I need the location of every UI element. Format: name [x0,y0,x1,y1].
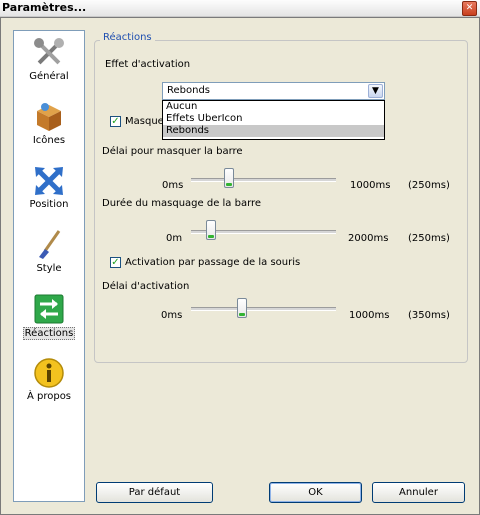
sidebar-item-label: Icônes [32,135,66,146]
defaults-button[interactable]: Par défaut [96,482,213,503]
hover-activation-checkbox[interactable]: ✓ [110,257,121,268]
move-arrows-icon [35,167,63,195]
dropdown-option[interactable]: Aucun [163,101,384,113]
tools-icon [34,38,64,65]
sidebar-item-about[interactable]: À propos [14,353,84,415]
close-icon[interactable]: ✕ [462,1,477,16]
activation-delay-slider-thumb[interactable] [237,298,247,318]
sidebar-item-label: Général [29,71,69,82]
group-title: Réactions [100,32,155,43]
hide-bar-checkbox[interactable]: ✓ [110,116,121,127]
chevron-down-icon[interactable]: ▼ [368,84,383,98]
activation-effect-select[interactable]: Rebonds ▼ [162,82,385,100]
activation-delay-max: 1000ms [349,310,390,321]
sidebar-item-label: Position [29,199,69,210]
sidebar-item-label: À propos [26,391,72,402]
activation-delay-current: (350ms) [408,310,450,321]
hover-activation-label: Activation par passage de la souris [125,257,301,268]
hide-duration-current: (250ms) [408,233,450,244]
sidebar-item-position[interactable]: Position [14,161,84,223]
cancel-button[interactable]: Annuler [372,482,465,503]
ok-button[interactable]: OK [269,482,362,503]
brush-icon [39,230,61,259]
box-icon [37,103,61,131]
info-icon [34,358,64,388]
activation-delay-label: Délai d'activation [102,281,190,292]
activation-effect-value: Rebonds [167,85,211,96]
activation-effect-label: Effet d'activation [105,59,191,70]
dropdown-option[interactable]: Rebonds [163,125,384,137]
hide-duration-label: Durée du masquage de la barre [102,198,262,209]
settings-window: Général Icônes Position Style Réactions … [0,17,480,515]
hide-delay-current: (250ms) [408,180,450,191]
sidebar-item-general[interactable]: Général [14,33,84,95]
dropdown-option[interactable]: Effets UberIcon [163,113,384,125]
hide-duration-max: 2000ms [348,233,389,244]
sidebar-item-reactions[interactable]: Réactions [14,289,84,351]
hide-delay-min: 0ms [162,180,184,191]
hide-duration-min: 0m [166,233,183,244]
sidebar-item-label: Style [36,263,62,274]
swap-arrows-icon [34,294,64,324]
activation-delay-min: 0ms [161,310,183,321]
hide-delay-track [191,178,336,182]
hide-delay-max: 1000ms [350,180,391,191]
hide-delay-label: Délai pour masquer la barre [102,146,243,157]
window-title: Paramètres... [2,1,87,14]
sidebar-item-style[interactable]: Style [14,225,84,287]
sidebar-item-label: Réactions [22,327,76,340]
sidebar: Général Icônes Position Style Réactions … [13,30,85,502]
title-bar: Paramètres... ✕ [0,0,480,17]
activation-delay-track [191,307,336,311]
hide-delay-slider-thumb[interactable] [224,168,234,188]
hide-duration-slider-thumb[interactable] [206,220,216,240]
activation-effect-dropdown: Aucun Effets UberIcon Rebonds [162,100,385,140]
sidebar-item-icons[interactable]: Icônes [14,97,84,159]
